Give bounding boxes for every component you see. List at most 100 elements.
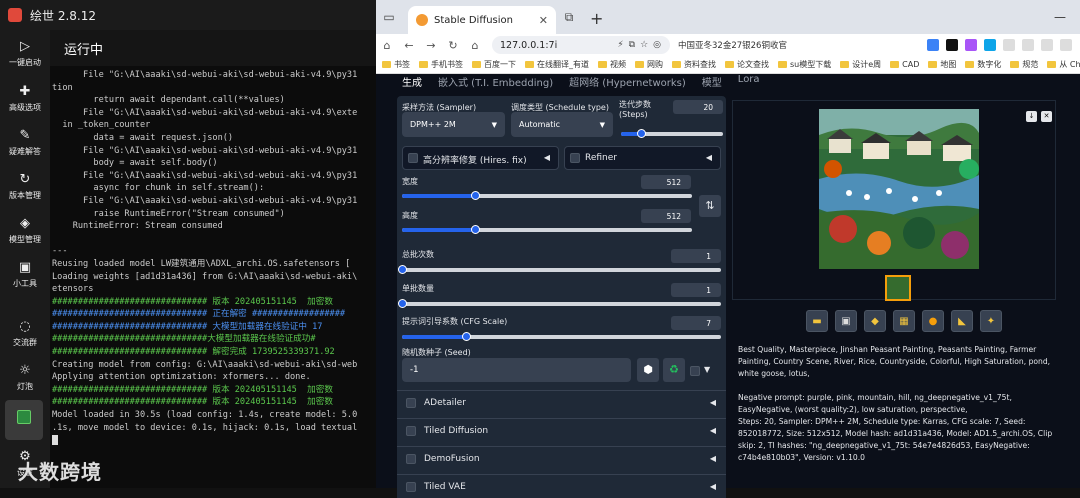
bookmark[interactable]: 手机书签 [419, 59, 463, 70]
sidebar-item-troubleshoot[interactable]: ✎ 疑难解答 [0, 129, 50, 157]
sparkle-icon[interactable]: ✦ [980, 310, 1002, 332]
tab-embedding[interactable]: 嵌入式 (T.I. Embedding) [438, 74, 553, 90]
bookmark[interactable]: su模型下载 [778, 59, 831, 70]
bookmark[interactable]: CAD [890, 60, 919, 69]
sidebar-item-launch[interactable]: ▷ 一键启动 [0, 40, 50, 68]
send-to-img2img-icon[interactable]: ▦ [893, 310, 915, 332]
extension-icon[interactable] [984, 39, 996, 51]
width-slider[interactable] [402, 191, 692, 200]
send-to-extras-icon[interactable]: ◣ [951, 310, 973, 332]
expand-icon[interactable]: ▼ [704, 365, 710, 374]
demofusion-checkbox[interactable] [406, 453, 416, 464]
extra-seed-checkbox[interactable] [690, 366, 700, 376]
bookmark[interactable]: 百度一下 [472, 59, 516, 70]
tiled-diffusion-accordion[interactable]: Tiled Diffusion ◀ [397, 418, 726, 442]
tiled-vae-accordion[interactable]: Tiled VAE ◀ [397, 474, 726, 498]
thumbnail[interactable] [885, 275, 911, 301]
history-icon[interactable] [1041, 39, 1053, 51]
tab-hypernetworks[interactable]: 超网络 (Hypernetworks) [569, 74, 686, 90]
browser-navbar: ⌂ ← → ↻ ⌂ 127.0.0.1:7i ⚡⧉☆◎ 中国亚冬32金27银26… [376, 34, 1080, 56]
random-seed-button[interactable]: ⬢ [637, 358, 659, 382]
batch-size-input[interactable]: 1 [671, 283, 721, 297]
batch-count-slider[interactable] [398, 265, 721, 274]
width-input[interactable]: 512 [641, 175, 691, 189]
seed-input[interactable]: -1 [402, 358, 631, 382]
refiner-panel[interactable]: Refiner ◀ [564, 146, 721, 170]
bookmarks-bar: 书签 手机书签 百度一下 在线翻译_有道 视频 网购 资料查找 论文查找 su模… [376, 56, 1080, 74]
save-icon[interactable]: ▣ [835, 310, 857, 332]
bookmark[interactable]: 设计e周 [840, 59, 881, 70]
adetailer-accordion[interactable]: ADetailer ◀ [397, 390, 726, 414]
sidebar-item-tools[interactable]: ▣ 小工具 [0, 261, 50, 289]
demofusion-accordion[interactable]: DemoFusion ◀ [397, 446, 726, 470]
console-line: File "G:\AI\aaaki\sd-webui-aki\sd-webui-… [83, 195, 358, 206]
refiner-checkbox[interactable] [570, 153, 580, 163]
height-label: 高度 [402, 211, 418, 220]
browser-tab[interactable]: Stable Diffusion ✕ [408, 6, 556, 34]
home-icon[interactable]: ⌂ [376, 39, 398, 52]
height-input[interactable]: 512 [641, 209, 691, 223]
extension-icon[interactable] [1003, 39, 1015, 51]
tab-checkpoints[interactable]: 模型 [702, 74, 722, 90]
height-slider[interactable] [402, 225, 692, 234]
batch-size-slider[interactable] [398, 299, 721, 308]
bookmark[interactable]: 在线翻译_有道 [525, 59, 589, 70]
schedule-dropdown[interactable]: Automatic ▼ [511, 112, 613, 137]
sidebar-item-advanced[interactable]: ✚ 高级选项 [0, 85, 50, 113]
bookmark[interactable]: 书签 [382, 59, 410, 70]
swap-dimensions-button[interactable]: ⇅ [699, 195, 721, 217]
open-folder-icon[interactable]: ▬ [806, 310, 828, 332]
sidebar-item-models[interactable]: ◈ 模型管理 [0, 217, 50, 245]
sampler-dropdown[interactable]: DPM++ 2M ▼ [402, 112, 505, 137]
generated-image[interactable] [819, 109, 979, 269]
sidebar-item-console[interactable] [5, 400, 43, 440]
bookmark[interactable]: 从 Chrom [1047, 59, 1080, 70]
sidebar-item-community[interactable]: ◌ 交流群 [0, 320, 50, 348]
tiled-vae-checkbox[interactable] [406, 481, 416, 492]
cfg-slider[interactable] [402, 332, 721, 341]
tab-generate[interactable]: 生成 [402, 74, 422, 90]
extension-icon[interactable] [946, 39, 958, 51]
batch-count-input[interactable]: 1 [671, 249, 721, 263]
close-icon[interactable]: ✕ [1041, 111, 1052, 122]
tab-group-icon[interactable]: ⧉ [556, 4, 582, 30]
bookmark[interactable]: 资料查找 [672, 59, 716, 70]
bookmark[interactable]: 数字化 [965, 59, 1001, 70]
zip-icon[interactable]: ◆ [864, 310, 886, 332]
download-icon[interactable]: ↓ [1026, 111, 1037, 122]
sidebar-item-versions[interactable]: ↻ 版本管理 [0, 173, 50, 201]
close-tab-icon[interactable]: ✕ [539, 14, 548, 27]
hires-fix-panel[interactable]: 高分辨率修复 (Hires. fix) ◀ [402, 146, 559, 170]
refiner-label: Refiner [585, 153, 617, 163]
new-tab-button[interactable]: + [590, 9, 603, 28]
bookmark[interactable]: 规范 [1010, 59, 1038, 70]
bookmark[interactable]: 地图 [928, 59, 956, 70]
download-icon[interactable] [1022, 39, 1034, 51]
address-bar-icons: ⚡⧉☆◎ [617, 40, 666, 50]
tiled-diffusion-checkbox[interactable] [406, 425, 416, 436]
send-to-inpaint-icon[interactable]: ● [922, 310, 944, 332]
bookmark[interactable]: 视频 [598, 59, 626, 70]
extension-icon[interactable] [927, 39, 939, 51]
bookmark[interactable]: 论文查找 [725, 59, 769, 70]
menu-icon[interactable] [1060, 39, 1072, 51]
address-bar[interactable]: 127.0.0.1:7i ⚡⧉☆◎ [492, 36, 670, 54]
minimize-icon[interactable]: — [1054, 10, 1066, 24]
back-icon[interactable]: ← [398, 39, 420, 52]
reload-icon[interactable]: ↻ [442, 39, 464, 52]
news-ticker[interactable]: 中国亚冬32金27银26铜收官 [678, 39, 787, 51]
homepage-icon[interactable]: ⌂ [464, 39, 486, 52]
sidebar-toggle-icon[interactable]: ▭ [376, 4, 402, 30]
adetailer-checkbox[interactable] [406, 397, 416, 408]
hires-fix-checkbox[interactable] [408, 153, 418, 163]
bookmark[interactable]: 网购 [635, 59, 663, 70]
steps-input[interactable]: 20 [673, 100, 723, 114]
cfg-input[interactable]: 7 [671, 316, 721, 330]
steps-slider[interactable] [621, 129, 723, 138]
tab-lora[interactable]: Lora [738, 74, 760, 90]
extension-icon[interactable] [965, 39, 977, 51]
sidebar-item-bulb[interactable]: ☼ 灯泡 [0, 364, 50, 392]
forward-icon[interactable]: → [420, 39, 442, 52]
info-prompt: Best Quality, Masterpiece, Jinshan Peasa… [738, 345, 1051, 378]
reuse-seed-button[interactable]: ♻ [663, 358, 685, 382]
